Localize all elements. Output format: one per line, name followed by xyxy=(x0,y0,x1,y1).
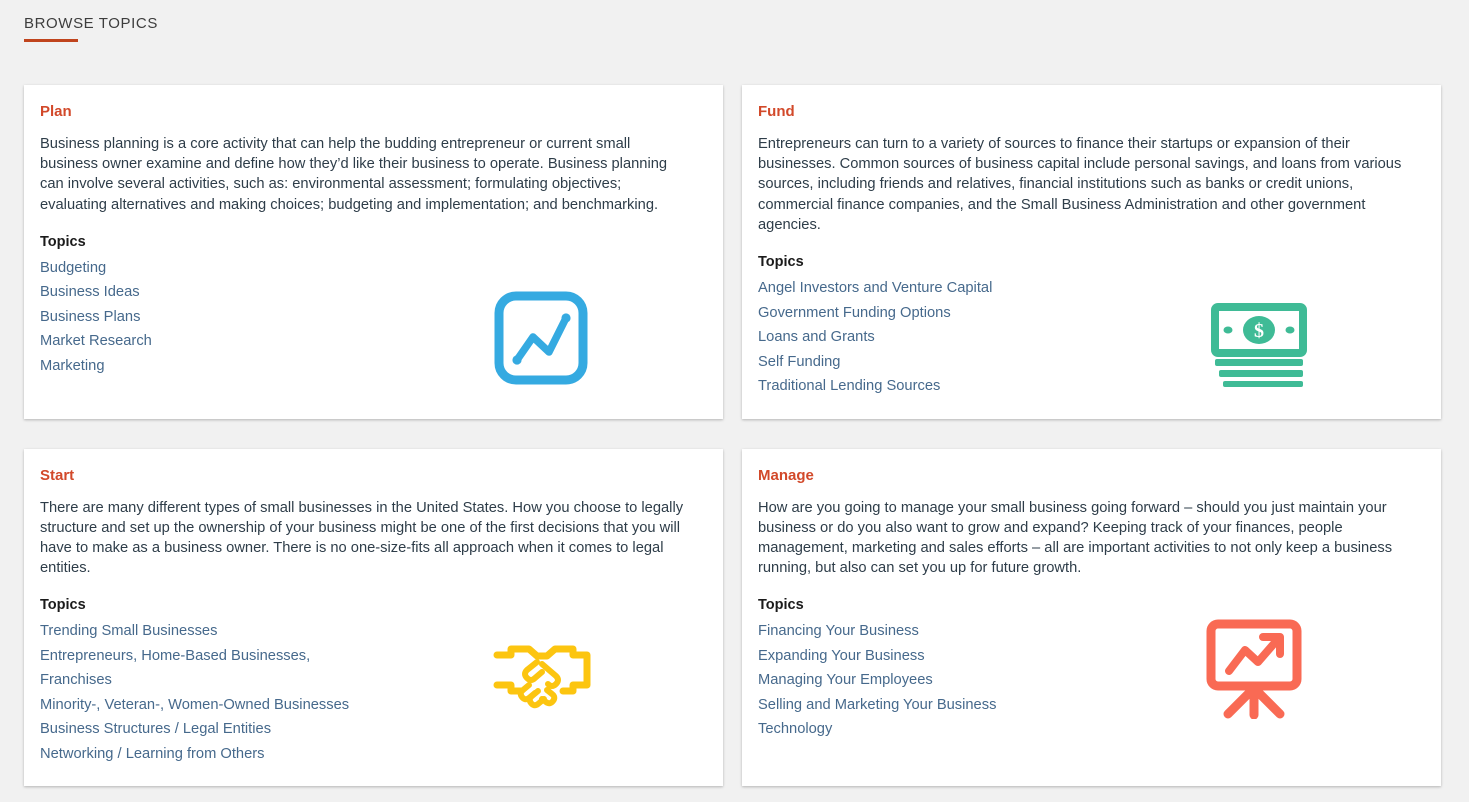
topic-link[interactable]: Technology xyxy=(758,717,832,742)
topics-heading-manage: Topics xyxy=(758,597,804,614)
card-description-start: There are many different types of small … xyxy=(40,499,684,577)
topics-heading-plan: Topics xyxy=(40,233,86,250)
list-item: Traditional Lending Sources xyxy=(758,374,1188,399)
topic-link[interactable]: Angel Investors and Venture Capital xyxy=(758,276,992,301)
topic-link[interactable]: Marketing xyxy=(40,354,105,379)
list-item: Budgeting xyxy=(40,256,470,281)
svg-text:$: $ xyxy=(1254,320,1264,342)
list-item: Business Ideas xyxy=(40,280,470,305)
section-title: BROWSE TOPICS xyxy=(24,15,158,32)
card-title-manage: Manage xyxy=(758,466,814,484)
topic-card-start[interactable]: Start There are many different types of … xyxy=(24,448,723,787)
handshake-icon xyxy=(493,641,591,714)
list-item: Marketing xyxy=(40,354,470,379)
topic-card-manage[interactable]: Manage How are you going to manage your … xyxy=(742,448,1441,787)
card-title-start: Start xyxy=(40,466,75,484)
list-item: Trending Small Businesses xyxy=(40,619,380,644)
browse-topics-page: BROWSE TOPICS Plan Business planning is … xyxy=(0,0,1469,802)
topic-link[interactable]: Minority-, Veteran-, Women-Owned Busines… xyxy=(40,693,349,718)
presentation-growth-icon xyxy=(1202,619,1306,724)
list-item: Entrepreneurs, Home-Based Businesses, Fr… xyxy=(40,644,380,693)
list-item: Expanding Your Business xyxy=(758,644,1178,669)
topic-link[interactable]: Loans and Grants xyxy=(758,325,875,350)
list-item: Business Plans xyxy=(40,305,470,330)
list-item: Self Funding xyxy=(758,350,1188,375)
topic-link[interactable]: Market Research xyxy=(40,329,152,354)
list-item: Technology xyxy=(758,717,1178,742)
list-item: Minority-, Veteran-, Women-Owned Busines… xyxy=(40,693,380,718)
card-title-plan: Plan xyxy=(40,103,72,120)
topic-link[interactable]: Business Ideas xyxy=(40,280,140,305)
list-item: Angel Investors and Venture Capital xyxy=(758,276,1188,301)
topic-link[interactable]: Networking / Learning from Others xyxy=(40,742,265,767)
list-item: Loans and Grants xyxy=(758,325,1188,350)
topic-link[interactable]: Selling and Marketing Your Business xyxy=(758,693,996,718)
topic-link[interactable]: Managing Your Employees xyxy=(758,668,933,693)
topic-link[interactable]: Government Funding Options xyxy=(758,301,951,326)
topic-link[interactable]: Expanding Your Business xyxy=(758,644,925,669)
card-description-fund: Entrepreneurs can turn to a variety of s… xyxy=(758,136,1402,233)
section-title-underline xyxy=(24,39,78,42)
list-item: Selling and Marketing Your Business xyxy=(758,693,1178,718)
topic-link[interactable]: Traditional Lending Sources xyxy=(758,374,940,399)
list-item: Networking / Learning from Others xyxy=(40,742,380,767)
card-description-manage: How are you going to manage your small b… xyxy=(758,499,1393,577)
topics-list-start: Trending Small Businesses Entrepreneurs,… xyxy=(40,619,380,766)
topic-link[interactable]: Business Plans xyxy=(40,305,140,330)
topics-list-plan: Budgeting Business Ideas Business Plans … xyxy=(40,256,470,379)
list-item: Financing Your Business xyxy=(758,619,1178,644)
line-chart-icon xyxy=(493,290,589,391)
topic-link[interactable]: Entrepreneurs, Home-Based Businesses, Fr… xyxy=(40,644,380,693)
topic-link[interactable]: Self Funding xyxy=(758,350,840,375)
card-description-plan: Business planning is a core activity tha… xyxy=(40,136,668,213)
cash-stack-icon: $ xyxy=(1211,303,1307,392)
list-item: Government Funding Options xyxy=(758,301,1188,326)
topics-list-fund: Angel Investors and Venture Capital Gove… xyxy=(758,276,1188,399)
list-item: Managing Your Employees xyxy=(758,668,1178,693)
topics-heading-start: Topics xyxy=(40,597,86,614)
topic-card-grid: Plan Business planning is a core activit… xyxy=(24,85,1441,787)
section-header: BROWSE TOPICS xyxy=(24,14,158,42)
list-item: Business Structures / Legal Entities xyxy=(40,717,380,742)
card-title-fund: Fund xyxy=(758,103,795,120)
topics-heading-fund: Topics xyxy=(758,254,804,271)
topics-list-manage: Financing Your Business Expanding Your B… xyxy=(758,619,1178,742)
topic-link[interactable]: Budgeting xyxy=(40,256,106,281)
topic-link[interactable]: Financing Your Business xyxy=(758,619,919,644)
topic-card-plan[interactable]: Plan Business planning is a core activit… xyxy=(24,85,723,419)
list-item: Market Research xyxy=(40,329,470,354)
topic-link[interactable]: Trending Small Businesses xyxy=(40,619,217,644)
topic-card-fund[interactable]: Fund Entrepreneurs can turn to a variety… xyxy=(742,85,1441,419)
topic-link[interactable]: Business Structures / Legal Entities xyxy=(40,717,271,742)
